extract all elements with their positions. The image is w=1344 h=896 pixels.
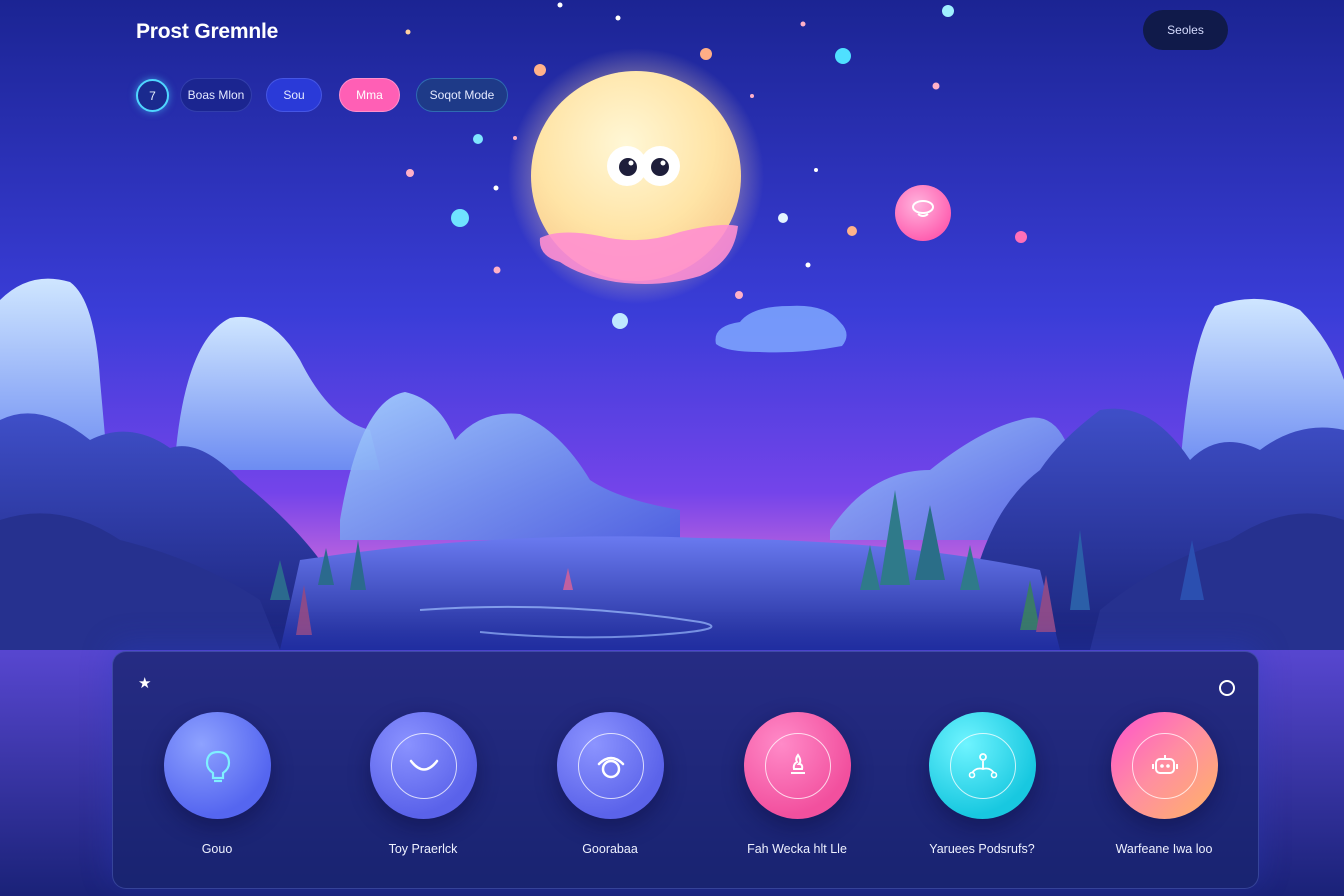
settings-button[interactable]: Seoles	[1143, 10, 1228, 50]
panel-item-2[interactable]: Toy Praerlck	[343, 712, 503, 862]
star-icon[interactable]: ★	[138, 676, 152, 691]
network-icon	[929, 712, 1036, 819]
panel-item-5[interactable]: Yaruees Podsrufs?	[902, 712, 1062, 862]
panel-item-3[interactable]: Goorabaa	[530, 712, 690, 862]
nav-pill-4[interactable]: Soqot Mode	[416, 78, 508, 112]
level-badge[interactable]: 7	[136, 79, 169, 112]
panel-item-label: Gouo	[201, 842, 233, 856]
smile-icon	[370, 712, 477, 819]
panel-item-6[interactable]: Warfeane Iwa loo	[1084, 712, 1244, 862]
panel-item-label: Fah Wecka hlt Lle	[747, 842, 847, 856]
robot-icon	[1111, 712, 1218, 819]
lightbulb-icon	[164, 712, 271, 819]
pink-orb	[895, 185, 951, 241]
nav-pill-2[interactable]: Sou	[266, 78, 322, 112]
target-icon	[557, 712, 664, 819]
nav-pill-3-active[interactable]: Mma	[339, 78, 400, 112]
moon-character	[508, 48, 764, 304]
panel-item-label: Goorabaa	[582, 842, 638, 856]
flame-icon	[744, 712, 851, 819]
panel-item-4[interactable]: Fah Wecka hlt Lle	[717, 712, 877, 862]
circle-icon[interactable]	[1219, 680, 1235, 696]
nav-pill-1[interactable]: Boas Mlon	[180, 78, 252, 112]
game-title: Prost Gremnle	[136, 20, 279, 43]
panel-item-label: Toy Praerlck	[388, 842, 458, 856]
panel-item-label: Warfeane Iwa loo	[1115, 842, 1213, 856]
panel-item-1[interactable]: Gouo	[137, 712, 297, 862]
panel-item-label: Yaruees Podsrufs?	[929, 842, 1035, 856]
